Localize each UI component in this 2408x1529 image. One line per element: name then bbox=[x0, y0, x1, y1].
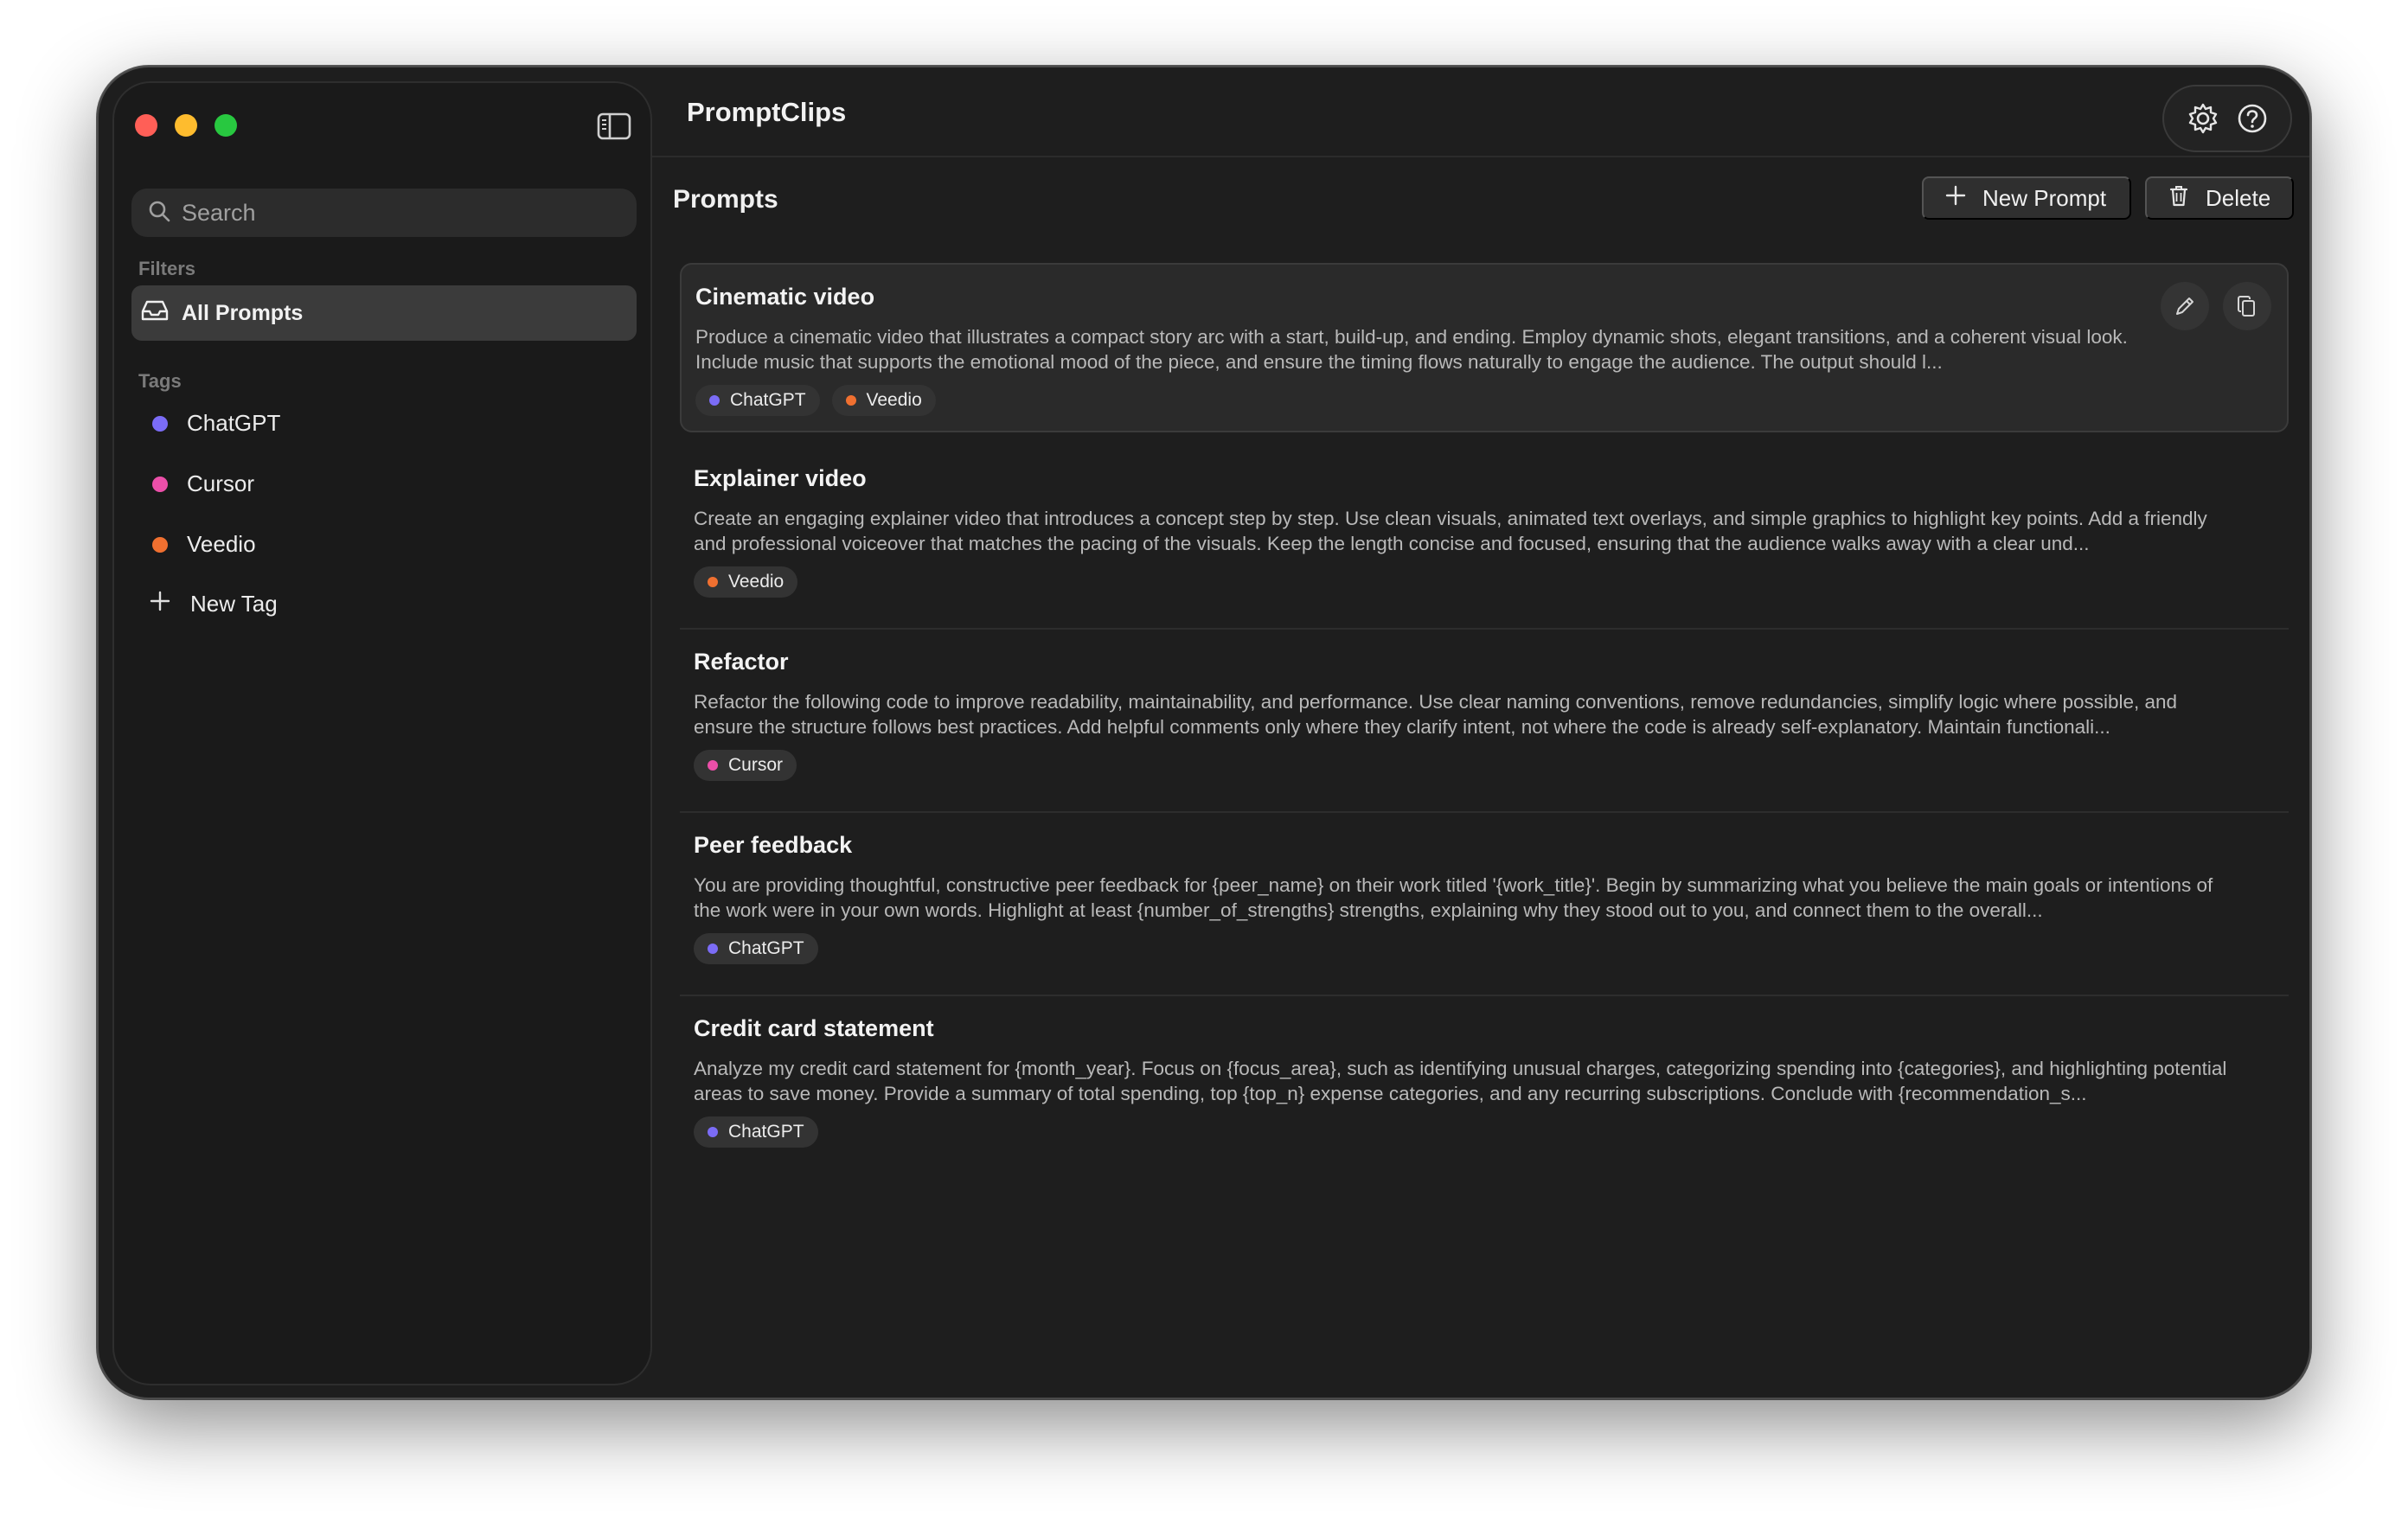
header-toolbar bbox=[2162, 85, 2292, 152]
tag-chip: Veedio bbox=[831, 385, 936, 416]
card-actions bbox=[2161, 282, 2271, 330]
tag-color-dot bbox=[709, 395, 720, 406]
prompts-section-title: Prompts bbox=[673, 185, 778, 214]
sidebar-tag-veedio[interactable]: Veedio bbox=[152, 531, 256, 558]
prompt-tags: Cursor bbox=[694, 750, 2275, 781]
sidebar-toggle-icon[interactable] bbox=[597, 112, 631, 140]
tag-chip-label: Veedio bbox=[866, 390, 922, 410]
delete-button[interactable]: Delete bbox=[2145, 176, 2294, 220]
sidebar-tag-chatgpt[interactable]: ChatGPT bbox=[152, 410, 280, 437]
tag-chip-label: Cursor bbox=[728, 755, 784, 775]
search-input[interactable] bbox=[182, 199, 614, 227]
app-window: Filters All Prompts Tags ChatGPT Cursor … bbox=[97, 66, 2311, 1399]
tag-chip: Cursor bbox=[694, 750, 797, 781]
sidebar-tag-cursor[interactable]: Cursor bbox=[152, 470, 254, 497]
prompt-body: Produce a cinematic video that illustrat… bbox=[695, 326, 2128, 373]
maximize-window-button[interactable] bbox=[215, 114, 237, 137]
tag-chip-label: ChatGPT bbox=[728, 1122, 804, 1142]
minimize-window-button[interactable] bbox=[175, 114, 197, 137]
filters-label: Filters bbox=[138, 258, 196, 279]
prompt-title: Peer feedback bbox=[694, 832, 853, 858]
all-prompts-label: All Prompts bbox=[182, 300, 304, 325]
new-prompt-button[interactable]: New Prompt bbox=[1922, 176, 2131, 220]
help-icon[interactable] bbox=[2235, 101, 2270, 136]
tag-chip-label: ChatGPT bbox=[730, 390, 806, 410]
close-window-button[interactable] bbox=[135, 114, 157, 137]
tag-label: Cursor bbox=[187, 470, 255, 496]
prompt-card-credit-card-statement[interactable]: Credit card statement Analyze my credit … bbox=[680, 996, 2289, 1180]
plus-icon bbox=[149, 590, 190, 618]
prompt-body: You are providing thoughtful, constructi… bbox=[694, 874, 2213, 921]
tag-chip: Veedio bbox=[694, 566, 798, 598]
tag-label: Veedio bbox=[187, 531, 256, 557]
plus-icon bbox=[1944, 184, 1982, 213]
sidebar: Filters All Prompts Tags ChatGPT Cursor … bbox=[112, 81, 652, 1385]
tray-icon bbox=[140, 299, 182, 328]
window-controls bbox=[135, 114, 237, 137]
prompt-card-refactor[interactable]: Refactor Refactor the following code to … bbox=[680, 630, 2289, 813]
tag-color-dot bbox=[708, 944, 718, 954]
prompt-title: Credit card statement bbox=[694, 1015, 934, 1041]
prompt-tags: ChatGPT bbox=[694, 933, 2275, 964]
settings-gear-icon[interactable] bbox=[2186, 101, 2220, 136]
tags-label: Tags bbox=[138, 370, 182, 392]
tag-color-dot bbox=[845, 395, 856, 406]
delete-label: Delete bbox=[2206, 184, 2271, 211]
prompt-card-explainer-video[interactable]: Explainer video Create an engaging expla… bbox=[680, 446, 2289, 630]
new-prompt-label: New Prompt bbox=[1982, 184, 2107, 211]
search-bar[interactable] bbox=[131, 189, 637, 237]
edit-pencil-icon[interactable] bbox=[2161, 282, 2209, 330]
prompt-card-cinematic-video[interactable]: Cinematic video Produce a cinematic vide… bbox=[680, 263, 2289, 432]
prompt-body: Create an engaging explainer video that … bbox=[694, 508, 2207, 554]
copy-clipboard-icon[interactable] bbox=[2223, 282, 2271, 330]
tag-chip-label: Veedio bbox=[728, 572, 785, 592]
prompt-title: Cinematic video bbox=[695, 284, 875, 310]
tag-chip-label: ChatGPT bbox=[728, 938, 804, 958]
prompt-list: Cinematic video Produce a cinematic vide… bbox=[680, 263, 2289, 1180]
tag-chip: ChatGPT bbox=[694, 1116, 818, 1148]
tag-color-dot bbox=[152, 536, 168, 553]
tag-color-dot bbox=[152, 476, 168, 492]
search-icon bbox=[147, 199, 171, 227]
tag-chip: ChatGPT bbox=[695, 385, 820, 416]
prompt-tags: Veedio bbox=[694, 566, 2275, 598]
tag-color-dot bbox=[708, 760, 718, 771]
prompt-title: Explainer video bbox=[694, 465, 867, 491]
prompt-tags: ChatGPT bbox=[694, 1116, 2275, 1148]
tag-color-dot bbox=[152, 415, 168, 432]
header-divider bbox=[652, 156, 2309, 157]
prompt-title: Refactor bbox=[694, 649, 789, 675]
tag-label: ChatGPT bbox=[187, 410, 281, 436]
trash-icon bbox=[2168, 184, 2206, 213]
prompt-tags: ChatGPT Veedio bbox=[695, 385, 2273, 416]
tag-color-dot bbox=[708, 577, 718, 587]
tag-chip: ChatGPT bbox=[694, 933, 818, 964]
new-tag-button[interactable]: New Tag bbox=[149, 590, 278, 618]
prompt-card-peer-feedback[interactable]: Peer feedback You are providing thoughtf… bbox=[680, 813, 2289, 996]
sidebar-item-all-prompts[interactable]: All Prompts bbox=[131, 285, 637, 341]
tag-color-dot bbox=[708, 1127, 718, 1137]
prompt-body: Refactor the following code to improve r… bbox=[694, 691, 2178, 738]
app-title: PromptClips bbox=[687, 97, 847, 127]
prompt-body: Analyze my credit card statement for {mo… bbox=[694, 1058, 2227, 1104]
new-tag-label: New Tag bbox=[190, 591, 278, 617]
